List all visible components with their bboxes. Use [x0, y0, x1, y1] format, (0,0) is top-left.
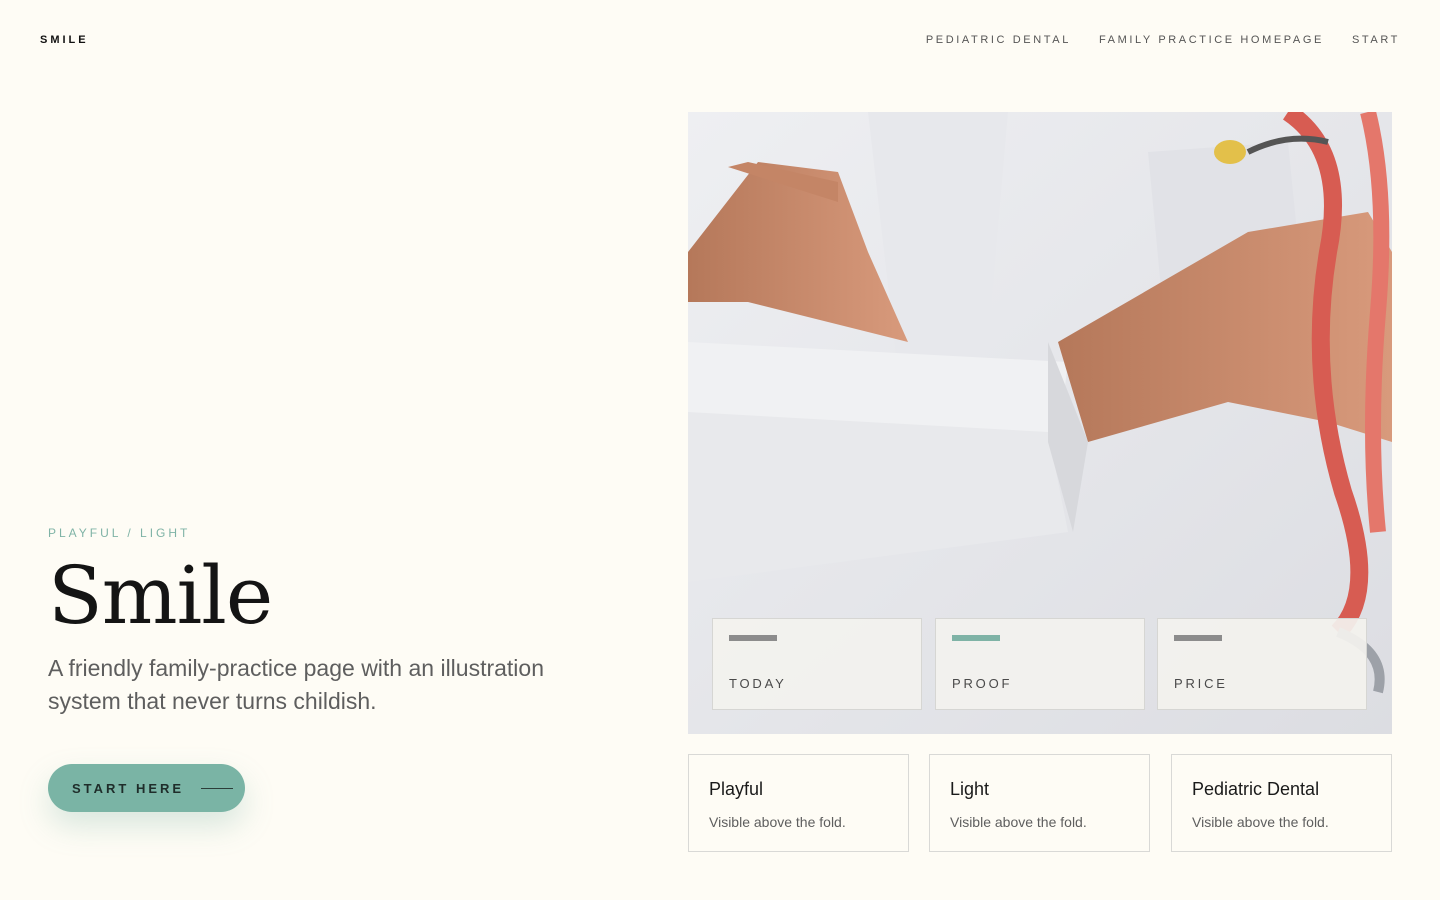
- stat-label-price: PRICE: [1174, 676, 1228, 691]
- feature-title: Playful: [709, 779, 764, 799]
- stat-label-proof: PROOF: [952, 676, 1013, 691]
- start-here-button[interactable]: START HERE: [48, 764, 245, 812]
- nav-link-family-practice-homepage[interactable]: FAMILY PRACTICE HOMEPAGE: [1099, 34, 1324, 46]
- start-here-label: START HERE: [72, 780, 185, 796]
- page-title: Smile: [48, 549, 273, 642]
- feature-title: Light: [950, 779, 990, 799]
- stat-indicator-bar: [729, 635, 777, 641]
- brand-logo[interactable]: SMILE: [40, 34, 89, 46]
- arrow-line-icon: [201, 787, 234, 789]
- stat-card-today[interactable]: TODAY: [712, 618, 922, 710]
- stat-card-proof[interactable]: PROOF: [935, 618, 1145, 710]
- nav-link-pediatric-dental[interactable]: PEDIATRIC DENTAL: [926, 34, 1071, 46]
- feature-card-light[interactable]: Light Visible above the fold.: [929, 754, 1150, 852]
- top-nav: PEDIATRIC DENTAL FAMILY PRACTICE HOMEPAG…: [926, 34, 1400, 46]
- feature-desc: Visible above the fold.: [709, 814, 846, 830]
- hero-subtitle: A friendly family-practice page with an …: [48, 655, 545, 714]
- stat-indicator-bar: [1174, 635, 1222, 641]
- feature-title: Pediatric Dental: [1192, 779, 1320, 799]
- stat-label-today: TODAY: [729, 676, 787, 691]
- stat-indicator-bar-active: [952, 635, 1000, 641]
- feature-card-pediatric-dental[interactable]: Pediatric Dental Visible above the fold.: [1171, 754, 1392, 852]
- hero-eyebrow: PLAYFUL / LIGHT: [48, 526, 191, 540]
- feature-desc: Visible above the fold.: [950, 814, 1087, 830]
- feature-card-playful[interactable]: Playful Visible above the fold.: [688, 754, 909, 852]
- stat-card-price[interactable]: PRICE: [1157, 618, 1367, 710]
- feature-desc: Visible above the fold.: [1192, 814, 1329, 830]
- nav-link-start[interactable]: START: [1352, 34, 1400, 46]
- hero-copy: PLAYFUL / LIGHT Smile A friendly family-…: [48, 526, 628, 718]
